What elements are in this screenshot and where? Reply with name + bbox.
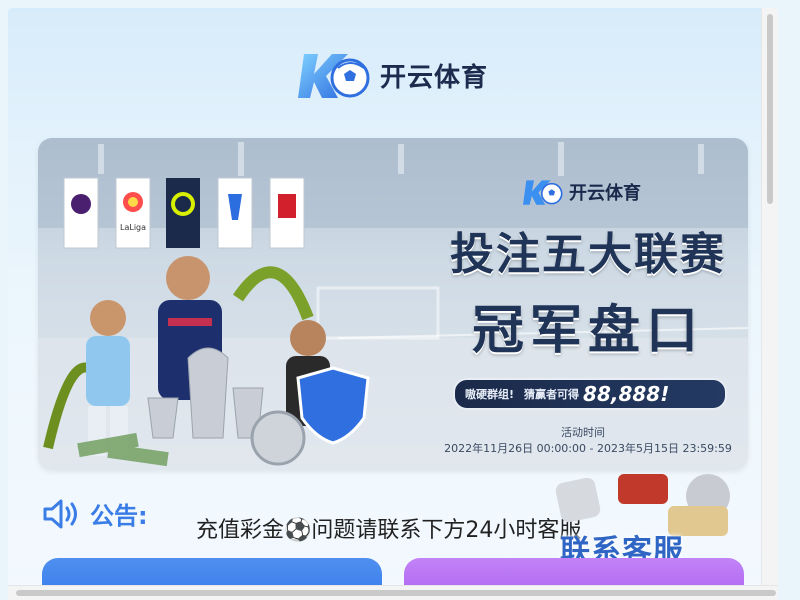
announcement-bar: 公告: xyxy=(42,496,148,531)
banner-headline-1: 投注五大联赛 xyxy=(450,229,726,280)
page-frame: 开云体育 LaLiga 开云体育 投注五大联赛 冠军盘口 嗷硬群组! 猜赢者可得… xyxy=(8,8,778,600)
vertical-scrollbar[interactable] xyxy=(761,8,778,594)
player-left xyxy=(86,300,130,456)
promo-banner[interactable]: LaLiga 开云体育 投注五大联赛 冠军盘口 嗷硬群组! 猜赢者可得 88,8… xyxy=(38,138,748,470)
shield-icon xyxy=(296,366,370,445)
players-trophies-illustration xyxy=(43,256,370,467)
banner-logo: 开云体育 xyxy=(523,174,641,210)
promo-left-text: 嗷硬群组! xyxy=(465,388,515,401)
vertical-scrollbar-thumb[interactable] xyxy=(767,14,773,204)
site-logo[interactable]: 开云体育 xyxy=(298,40,518,110)
banner-logo-text: 开云体育 xyxy=(569,183,641,204)
site-logo-text: 开云体育 xyxy=(380,62,489,93)
silver-plate xyxy=(250,410,306,466)
announcement-text: 充值彩金⚽问题请联系下方24小时客服 xyxy=(196,518,582,543)
activity-time-label: 活动时间 xyxy=(561,426,605,439)
banner-headline-2: 冠军盘口 xyxy=(471,301,704,361)
speaker-icon xyxy=(43,499,77,528)
announcement-label: 公告: xyxy=(90,502,148,530)
horizontal-scrollbar[interactable] xyxy=(8,585,778,600)
promo-bar: 嗷硬群组! 猜赢者可得 88,888! xyxy=(453,378,727,410)
k-soccer-ball-logo-icon xyxy=(298,54,370,98)
activity-time-range: 2022年11月26日 00:00:00 - 2023年5月15日 23:59:… xyxy=(444,442,732,455)
promo-mid-text: 猜赢者可得 xyxy=(524,388,580,401)
k-soccer-ball-logo-icon xyxy=(523,180,563,205)
horizontal-scrollbar-thumb[interactable] xyxy=(16,590,776,596)
promo-amount: 88,888! xyxy=(583,382,670,406)
